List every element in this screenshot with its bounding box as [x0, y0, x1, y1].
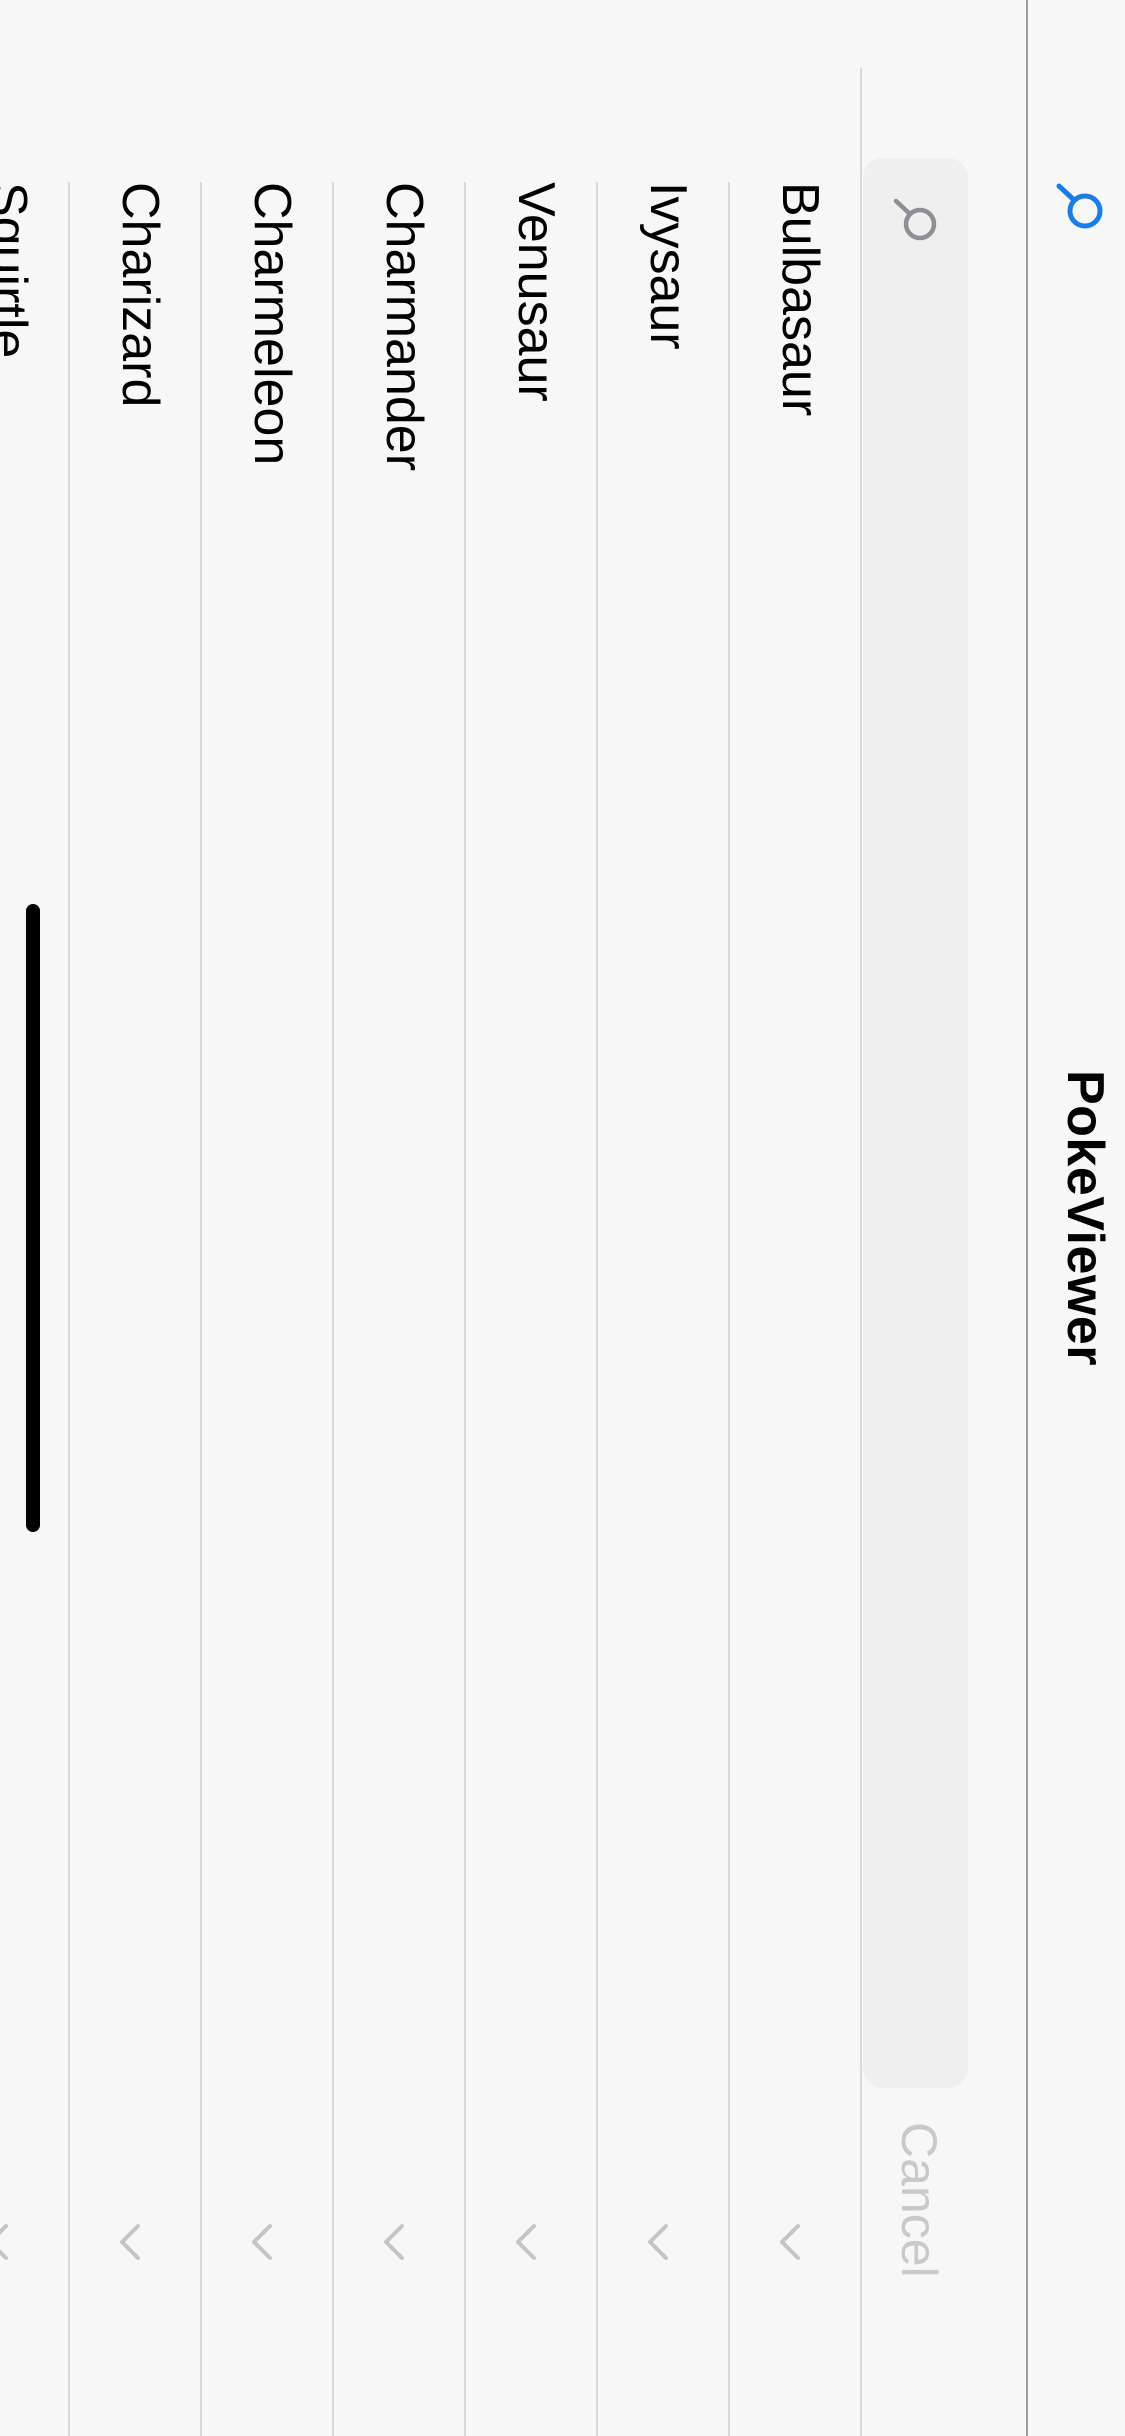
row-divider	[464, 182, 466, 2436]
navigation-bar: PokeViewer	[1026, 0, 1125, 2436]
chevron-down-icon	[780, 2224, 800, 2260]
row-divider	[68, 182, 70, 2436]
list-item[interactable]: Bulbasaur	[728, 0, 860, 2436]
search-input[interactable]	[878, 268, 950, 2052]
navbar-divider	[1026, 0, 1028, 2436]
chevron-down-icon	[252, 2224, 272, 2260]
list-item-label: Bulbasaur	[771, 182, 829, 417]
list-item-label: Ivysaur	[639, 182, 697, 350]
cancel-button[interactable]: Cancel	[890, 2122, 948, 2278]
home-indicator[interactable]	[26, 904, 40, 1532]
row-divider	[200, 182, 202, 2436]
list-item[interactable]: Charizard	[68, 0, 200, 2436]
search-bar-area: Cancel	[863, 0, 1026, 2436]
page-title: PokeViewer	[1056, 1069, 1114, 1366]
list-item-label: Charmeleon	[243, 182, 301, 466]
chevron-down-icon	[0, 2224, 8, 2260]
list-item[interactable]: Ivysaur	[596, 0, 728, 2436]
pokemon-list: Bulbasaur Ivysaur Venusaur Charmander Ch	[0, 0, 860, 2436]
list-item-label: Charmander	[375, 182, 433, 472]
list-item[interactable]: Charmander	[332, 0, 464, 2436]
chevron-down-icon	[120, 2224, 140, 2260]
chevron-down-icon	[384, 2224, 404, 2260]
row-divider	[332, 182, 334, 2436]
rotated-app-frame: PokeViewer Cancel Bulbasaur Ivysaur Venu…	[0, 0, 1125, 2436]
list-item[interactable]: Venusaur	[464, 0, 596, 2436]
list-item-label: Venusaur	[507, 182, 565, 402]
chevron-down-icon	[516, 2224, 536, 2260]
magnifying-glass-icon	[893, 198, 937, 241]
list-item-label: Squirtle	[0, 182, 37, 359]
app-screen: PokeViewer Cancel Bulbasaur Ivysaur Venu…	[0, 0, 1125, 2436]
list-top-divider	[860, 68, 862, 2436]
list-item-label: Charizard	[111, 182, 169, 408]
row-divider	[728, 182, 730, 2436]
search-field[interactable]	[863, 158, 968, 2088]
chevron-down-icon	[648, 2224, 668, 2260]
row-divider	[596, 182, 598, 2436]
list-item[interactable]: Charmeleon	[200, 0, 332, 2436]
